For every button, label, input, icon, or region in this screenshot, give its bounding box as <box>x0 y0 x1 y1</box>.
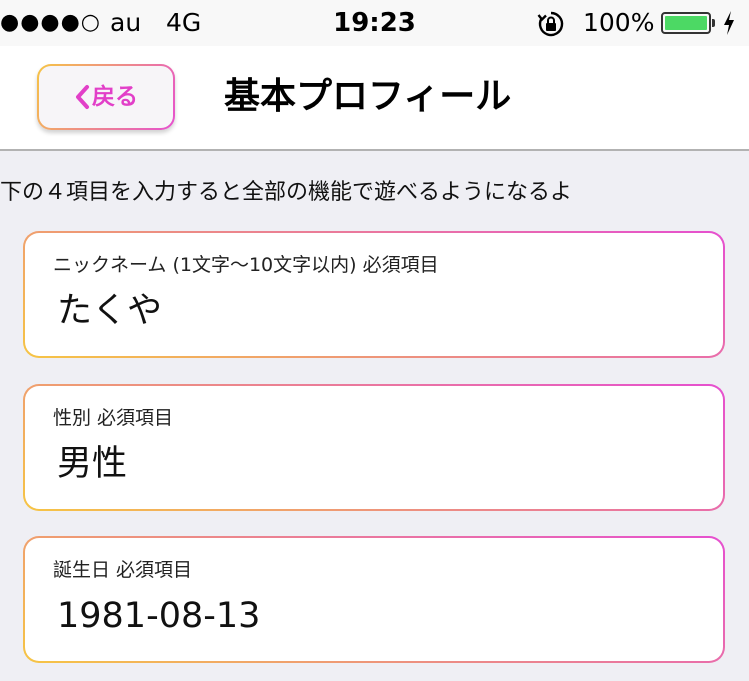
battery-percent: 100% <box>583 8 655 37</box>
nickname-label: ニックネーム (1文字〜10文字以内) 必須項目 <box>53 254 439 276</box>
gender-field[interactable]: 性別 必須項目 男性 <box>23 384 725 511</box>
nickname-field[interactable]: ニックネーム (1文字〜10文字以内) 必須項目 たくや <box>23 231 725 358</box>
gender-value[interactable]: 男性 <box>57 440 127 488</box>
battery-cap <box>712 19 715 27</box>
status-bar: ●●●●○ au 4G 19:23 100% <box>0 0 749 46</box>
chevron-left-icon <box>76 85 89 109</box>
back-button[interactable]: 戻る <box>37 64 175 130</box>
instructions-text: 下の４項目を入力すると全部の機能で遊べるようになるよ <box>0 180 573 205</box>
nickname-value[interactable]: たくや <box>57 287 162 335</box>
navigation-bar: 戻る 基本プロフィール <box>0 46 749 151</box>
battery-icon <box>661 12 711 34</box>
birthday-field[interactable]: 誕生日 必須項目 1981-08-13 <box>23 536 725 663</box>
page-title: 基本プロフィール <box>224 76 512 117</box>
back-button-label: 戻る <box>92 84 138 110</box>
birthday-value[interactable]: 1981-08-13 <box>57 592 260 640</box>
battery-fill <box>665 16 707 30</box>
gender-label: 性別 必須項目 <box>53 407 174 429</box>
rotation-lock-icon <box>537 11 564 37</box>
charging-bolt-icon <box>724 11 734 35</box>
birthday-label: 誕生日 必須項目 <box>53 559 193 581</box>
